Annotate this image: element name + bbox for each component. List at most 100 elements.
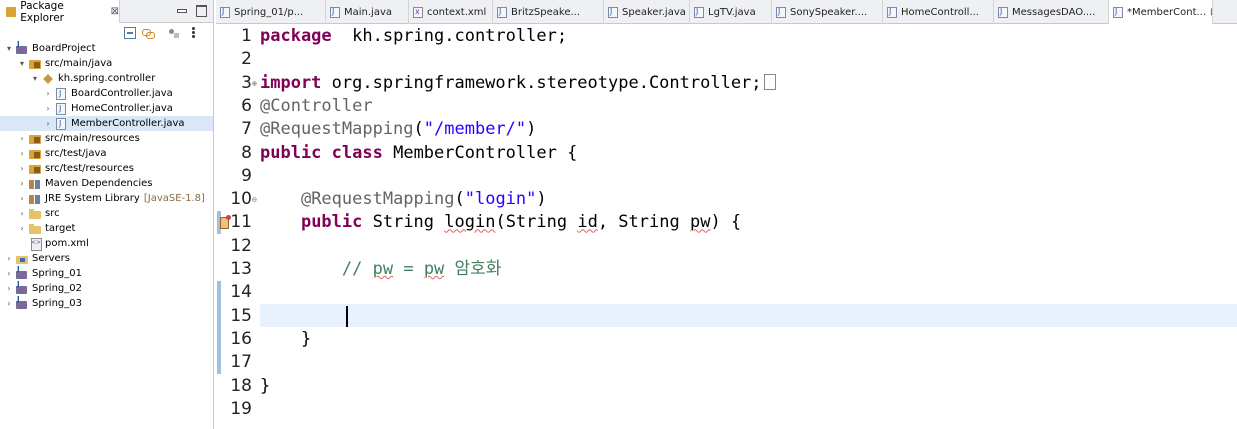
package-explorer-title: Package Explorer [20, 0, 64, 24]
collapsed-arrow-icon[interactable]: › [17, 164, 27, 174]
tree-item[interactable]: › src/test/resources [0, 161, 213, 176]
collapsed-arrow-icon[interactable]: › [17, 224, 27, 234]
tree-item-label: MemberController.java [71, 118, 185, 129]
code-area[interactable]: 1 package kh.spring.controller; 2 3 ⊕ import … [216, 25, 1237, 429]
code-line[interactable]: 18} [216, 375, 1237, 398]
line-number: 2 [241, 49, 252, 70]
expanded-arrow-icon[interactable]: ▾ [4, 44, 14, 54]
tree-item[interactable]: › BoardController.java [0, 86, 213, 101]
tree-item[interactable]: › Servers [0, 251, 213, 266]
editor-tab[interactable]: HomeControll... [883, 0, 994, 24]
tree-item[interactable]: › JRE System Library [JavaSE-1.8] [0, 191, 213, 206]
tree-item[interactable]: › Spring_02 [0, 280, 213, 296]
editor-tab[interactable]: Main.java [326, 0, 409, 24]
code-line[interactable]: 9 [216, 165, 1237, 188]
editor-tab-label: HomeControll... [901, 6, 979, 18]
code-line[interactable]: 10 ⊖ @RequestMapping("login") [216, 188, 1237, 211]
line-number: 1 [241, 26, 252, 46]
editor-tab[interactable]: BritzSpeake... [493, 0, 604, 24]
collapsed-arrow-icon[interactable]: › [4, 284, 14, 294]
java-file-icon [1113, 6, 1123, 18]
editor-tab-label: Main.java [344, 6, 393, 18]
maximize-icon[interactable] [196, 5, 207, 17]
src-icon [29, 163, 42, 175]
expanded-arrow-icon[interactable]: ▾ [30, 74, 40, 84]
collapsed-arrow-icon[interactable]: › [17, 209, 27, 219]
code-line[interactable]: 15 [216, 305, 1237, 328]
editor-tab[interactable]: Speaker.java [604, 0, 690, 24]
collapse-fold-icon[interactable]: ⊖ [252, 188, 257, 211]
xml-file-icon [413, 6, 423, 18]
code-line[interactable]: 7 @RequestMapping("/member/") [216, 118, 1237, 141]
editor-tab[interactable]: Spring_01/p... [216, 0, 326, 24]
tree-item[interactable]: › HomeController.java [0, 101, 213, 116]
tree-item[interactable]: › src/test/java [0, 146, 213, 161]
package-explorer-toolbar [0, 23, 213, 43]
tree-item[interactable]: ▾ BoardProject [0, 40, 213, 56]
code-line[interactable]: 16 } [216, 328, 1237, 351]
collapsed-arrow-icon[interactable]: › [43, 89, 53, 99]
code-line[interactable]: 1 package kh.spring.controller; [216, 25, 1237, 48]
src-icon [29, 58, 42, 70]
editor-tab[interactable]: context.xml [409, 0, 493, 24]
collapsed-arrow-icon[interactable]: › [17, 179, 27, 189]
tree-item[interactable]: pom.xml [0, 236, 213, 251]
collapsed-arrow-icon[interactable]: › [4, 269, 14, 279]
minimize-icon[interactable] [176, 5, 187, 15]
code-text: import org.springframework.stereotype.Co… [260, 72, 776, 95]
tree-item[interactable]: › Spring_03 [0, 295, 213, 311]
code-line[interactable]: 6 @Controller [216, 95, 1237, 118]
tree-item-label: Maven Dependencies [45, 178, 153, 189]
editor-tab[interactable]: LgTV.java [690, 0, 772, 24]
code-text: } [260, 375, 271, 396]
editor-tab[interactable]: *MemberCont...⊠ [1109, 0, 1213, 24]
close-icon[interactable]: ⊠ [111, 6, 119, 17]
view-menu-icon[interactable] [192, 27, 196, 39]
collapsed-arrow-icon[interactable]: › [17, 134, 27, 144]
editor-tab[interactable]: SonySpeaker.... [772, 0, 883, 24]
code-line[interactable]: 13 // pw = pw 암호화 [216, 258, 1237, 281]
code-line[interactable]: 11 public String login(String id, String… [216, 211, 1237, 234]
tree-item-label: Servers [32, 253, 71, 264]
tree-item-label: BoardProject [32, 43, 96, 54]
src-icon [29, 148, 42, 160]
folded-imports-box[interactable] [763, 73, 776, 90]
code-line[interactable]: 14 [216, 281, 1237, 304]
link-with-editor-icon[interactable] [142, 27, 155, 39]
collapse-all-icon[interactable] [124, 27, 136, 39]
collapsed-arrow-icon[interactable]: › [43, 119, 53, 129]
tree-item[interactable]: › MemberController.java [0, 116, 213, 131]
collapsed-arrow-icon[interactable]: › [4, 254, 14, 264]
expanded-arrow-icon[interactable]: ▾ [17, 59, 27, 69]
collapsed-arrow-icon[interactable]: › [43, 104, 53, 114]
tree-item[interactable]: › Maven Dependencies [0, 176, 213, 191]
tree-item-label: src/main/resources [45, 133, 140, 144]
code-line[interactable]: 3 ⊕ import org.springframework.stereotype.… [216, 72, 1237, 95]
package-explorer-tab[interactable]: Package Explorer ⊠ [0, 0, 120, 24]
tree-item[interactable]: › Spring_01 [0, 265, 213, 281]
tree-item[interactable]: › src/main/resources [0, 131, 213, 146]
code-line[interactable]: 12 [216, 235, 1237, 258]
close-icon[interactable]: ⊠ [1210, 7, 1212, 18]
expand-fold-icon[interactable]: ⊕ [252, 72, 257, 95]
code-line[interactable]: 2 [216, 48, 1237, 71]
java-icon [56, 87, 66, 100]
collapsed-arrow-icon[interactable]: › [17, 149, 27, 159]
code-line[interactable]: 19 [216, 398, 1237, 421]
code-line[interactable]: 8 public class MemberController { [216, 142, 1237, 165]
java-file-icon [497, 6, 507, 18]
collapsed-arrow-icon[interactable]: › [17, 194, 27, 204]
tree-item[interactable]: ▾ src/main/java [0, 56, 213, 71]
line-number: 11 [230, 212, 252, 233]
tree-item[interactable]: › src [0, 206, 213, 221]
code-line[interactable]: 17 [216, 351, 1237, 374]
tree-item[interactable]: ▾ kh.spring.controller [0, 71, 213, 86]
editor-tab-label: MessagesDAO.... [1012, 6, 1096, 18]
java-file-icon [330, 6, 340, 18]
tree-item[interactable]: › target [0, 221, 213, 236]
folder-icon [29, 223, 42, 235]
focus-icon[interactable] [168, 27, 180, 39]
editor-tab[interactable]: MessagesDAO.... [994, 0, 1109, 24]
collapsed-arrow-icon[interactable] [17, 239, 27, 249]
collapsed-arrow-icon[interactable]: › [4, 299, 14, 309]
